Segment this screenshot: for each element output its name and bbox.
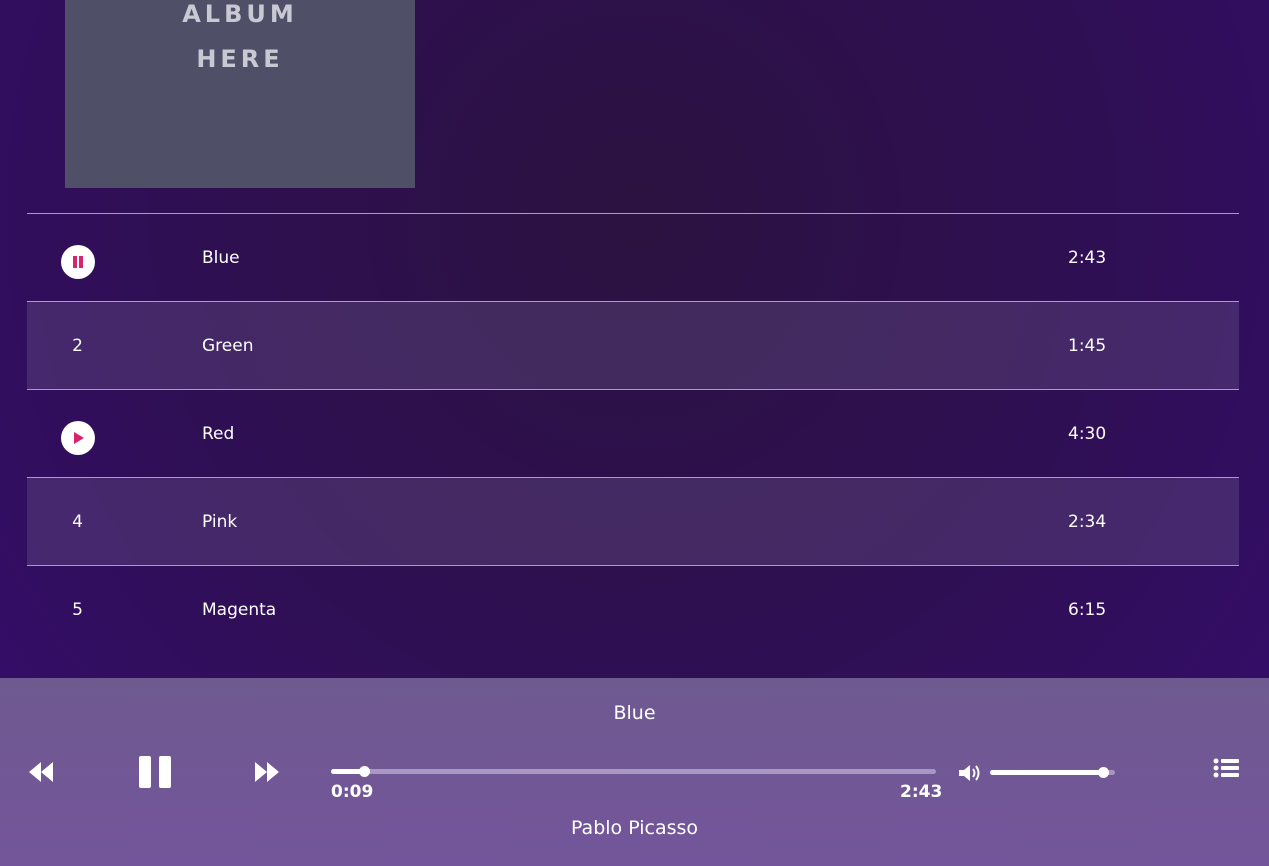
track-number: 4	[72, 511, 83, 532]
volume-button[interactable]	[958, 762, 984, 784]
track-row[interactable]: Blue 2:43	[27, 213, 1239, 301]
track-duration: 2:43	[1068, 247, 1107, 268]
track-title: Blue	[202, 247, 240, 268]
progress-bar[interactable]	[331, 766, 936, 777]
track-title: Magenta	[202, 599, 277, 620]
fast-forward-icon	[255, 762, 279, 782]
track-number-cell	[27, 237, 128, 279]
track-list: Blue 2:43 2 Green 1:45 Red 4:30 4 Pink 2…	[27, 213, 1239, 653]
volume-fill	[990, 770, 1103, 775]
rewind-icon	[29, 762, 53, 782]
volume-handle[interactable]	[1097, 767, 1109, 778]
play-icon	[73, 431, 84, 444]
volume-icon	[959, 765, 980, 781]
album-art-line2: HERE	[196, 45, 284, 73]
player-bar: Blue 0:09 2:43 Pablo Picasso	[0, 678, 1269, 866]
pause-button[interactable]	[138, 755, 172, 789]
track-number: 2	[72, 335, 83, 356]
rewind-button[interactable]	[28, 760, 54, 784]
current-time: 0:09	[331, 782, 374, 802]
track-number-cell	[27, 413, 128, 455]
playlist-icon	[1213, 758, 1239, 778]
row-pause-button[interactable]	[60, 244, 95, 279]
playlist-button[interactable]	[1213, 757, 1239, 779]
track-title: Red	[202, 423, 235, 444]
album-art: ALBUM HERE	[65, 0, 415, 188]
track-duration: 1:45	[1068, 335, 1107, 356]
now-playing-artist: Pablo Picasso	[570, 817, 699, 839]
track-row[interactable]: 5 Magenta 6:15	[27, 565, 1239, 653]
pause-icon	[72, 255, 83, 268]
volume-slider[interactable]	[990, 767, 1115, 778]
pause-icon	[139, 756, 171, 788]
fast-forward-button[interactable]	[254, 760, 280, 784]
track-row[interactable]: 2 Green 1:45	[27, 301, 1239, 389]
row-play-button[interactable]	[60, 420, 95, 455]
now-playing-title: Blue	[613, 702, 656, 724]
progress-handle[interactable]	[359, 766, 371, 777]
track-title: Pink	[202, 511, 238, 532]
track-duration: 2:34	[1068, 511, 1107, 532]
album-art-line1: ALBUM	[182, 0, 298, 28]
track-duration: 6:15	[1068, 599, 1107, 620]
track-title: Green	[202, 335, 254, 356]
track-row[interactable]: 4 Pink 2:34	[27, 477, 1239, 565]
track-row[interactable]: Red 4:30	[27, 389, 1239, 477]
total-time: 2:43	[900, 782, 943, 802]
track-number: 5	[72, 599, 83, 620]
track-duration: 4:30	[1068, 423, 1107, 444]
